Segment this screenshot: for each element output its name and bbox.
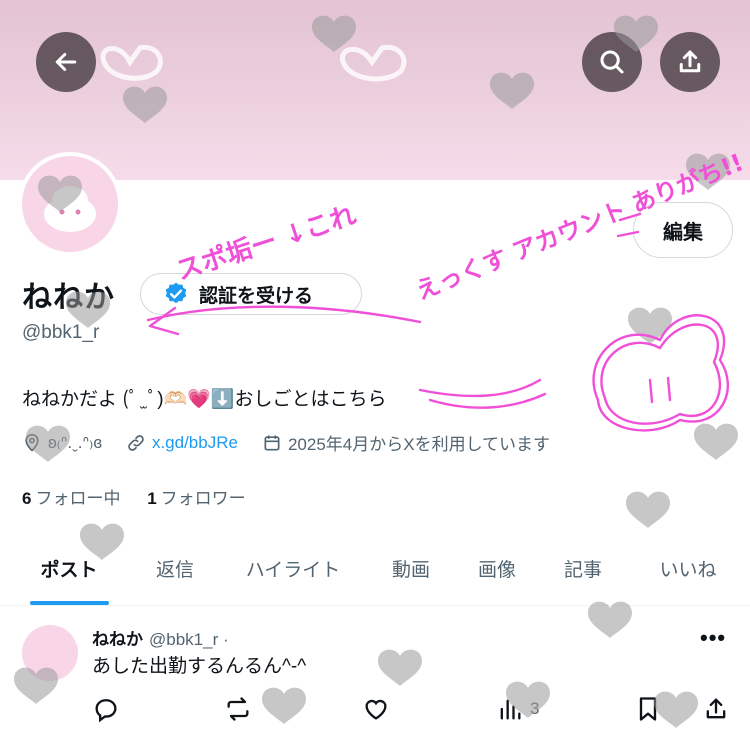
- like-icon: [365, 699, 387, 720]
- profile-banner[interactable]: [0, 0, 750, 180]
- post-item[interactable]: ねねか @bbk1_r · ••• あした出勤するんるん^-^ 3: [0, 607, 750, 733]
- joined-item: 2025年4月からXを利用しています: [262, 430, 550, 455]
- tab-highlights[interactable]: ハイライト: [232, 530, 354, 606]
- get-verified-label: 認証を受ける: [199, 285, 314, 307]
- post-avatar[interactable]: [22, 625, 78, 681]
- tab-articles[interactable]: 記事: [548, 530, 618, 606]
- location-item: ʚ₍ᐢ.ˬ.ᐢ₎ɞ: [22, 433, 102, 453]
- post-text: あした出勤するんるん^-^: [92, 656, 307, 677]
- arrow-left-icon: [55, 53, 77, 71]
- share-button[interactable]: [660, 32, 720, 92]
- edit-profile-button[interactable]: 編集: [633, 202, 733, 258]
- views-icon: [500, 699, 521, 720]
- calendar-icon: [264, 435, 280, 450]
- active-tab-indicator: [30, 601, 109, 605]
- repost-icon: [227, 697, 249, 721]
- post-header: ねねか @bbk1_r ·: [92, 625, 229, 650]
- search-button[interactable]: [582, 32, 642, 92]
- bookmark-button[interactable]: [634, 689, 662, 729]
- reply-button[interactable]: [92, 689, 120, 729]
- verified-badge-icon: [165, 282, 187, 304]
- link-icon: [128, 434, 144, 451]
- post-more-button[interactable]: •••: [700, 625, 726, 651]
- tab-replies[interactable]: 返信: [140, 530, 210, 606]
- share-icon: [706, 698, 726, 719]
- tab-likes[interactable]: いいね: [640, 530, 736, 606]
- location-icon: [25, 433, 39, 452]
- reply-icon: [95, 699, 117, 723]
- post-author-name[interactable]: ねねか: [92, 630, 143, 649]
- tab-posts[interactable]: ポスト: [20, 530, 118, 606]
- following-link[interactable]: 6 フォロー中: [22, 489, 120, 508]
- profile-tabs: ポスト 返信 ハイライト 動画 画像 記事 いいね: [0, 530, 750, 606]
- repost-button[interactable]: [224, 689, 252, 729]
- tab-videos[interactable]: 動画: [376, 530, 446, 606]
- share-icon: [679, 50, 701, 73]
- bookmark-icon: [639, 697, 657, 721]
- following-count: 6: [22, 489, 32, 508]
- profile-link[interactable]: x.gd/bbJRe: [152, 433, 238, 453]
- location-text: ʚ₍ᐢ.ˬ.ᐢ₎ɞ: [48, 432, 102, 452]
- tab-photos[interactable]: 画像: [462, 530, 532, 606]
- avatar-illustration: [44, 186, 96, 232]
- followers-link[interactable]: 1 フォロワー: [147, 489, 245, 508]
- views-count: 3: [530, 699, 540, 718]
- profile-handle: @bbk1_r: [22, 322, 100, 343]
- post-author-handle: @bbk1_r ·: [149, 630, 229, 649]
- profile-meta: ʚ₍ᐢ.ˬ.ᐢ₎ɞ x.gd/bbJRe 2025年4月からXを利用しています: [22, 430, 574, 455]
- get-verified-button[interactable]: 認証を受ける: [140, 273, 362, 315]
- following-label: フォロー中: [35, 489, 121, 508]
- like-button[interactable]: [362, 689, 390, 729]
- search-icon: [600, 50, 624, 74]
- post-share-button[interactable]: [702, 689, 730, 729]
- link-item[interactable]: x.gd/bbJRe: [126, 433, 238, 453]
- followers-count: 1: [147, 489, 157, 508]
- views-button[interactable]: 3: [496, 689, 539, 729]
- follow-stats: 6 フォロー中 1 フォロワー: [22, 484, 246, 509]
- back-button[interactable]: [36, 32, 96, 92]
- post-actions: 3: [0, 689, 750, 729]
- joined-text: 2025年4月からXを利用しています: [287, 435, 551, 454]
- followers-label: フォロワー: [160, 489, 246, 508]
- profile-bio: ねねかだよ (ﾟ ̫ ﾟ)🫶🏻💗⬇️おしごとはこちら: [22, 389, 387, 410]
- profile-avatar[interactable]: [18, 152, 122, 256]
- display-name: ねねか: [22, 281, 115, 314]
